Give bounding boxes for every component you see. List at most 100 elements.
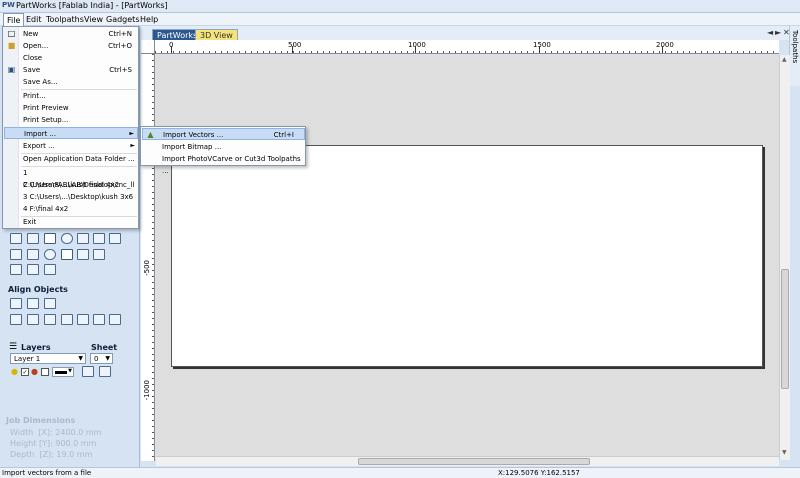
horizontal-scroll-thumb[interactable] — [358, 458, 590, 465]
align-icon[interactable] — [77, 314, 89, 325]
menu-item-label: Import PhotoVCarve or Cut3d Toolpaths ..… — [162, 155, 301, 175]
scroll-down-icon[interactable]: ▼ — [782, 449, 787, 456]
tool-icon[interactable] — [10, 264, 22, 275]
tool-icon[interactable] — [10, 249, 22, 260]
bulb-icon[interactable]: ● — [11, 367, 18, 376]
layers-heading: Layers — [21, 343, 51, 352]
vertical-scroll-thumb[interactable] — [781, 269, 789, 389]
menu-item-label: Import Vectors ... — [163, 131, 224, 139]
menu-item-print[interactable]: Print... — [4, 90, 138, 102]
align-icon[interactable] — [27, 314, 39, 325]
file-menu: □ New Ctrl+N ■ Open... Ctrl+O Close ▣ Sa… — [2, 26, 139, 229]
tool-icon[interactable] — [77, 249, 89, 260]
menu-item-label: Print... — [23, 92, 46, 100]
app-logo: PW — [2, 1, 15, 9]
tab-3d-view[interactable]: 3D View — [195, 29, 238, 40]
align-icon[interactable] — [93, 314, 105, 325]
align-icon[interactable] — [10, 314, 22, 325]
ruler-label: -1000 — [143, 380, 151, 401]
menu-item-import-bitmap[interactable]: Import Bitmap ... — [142, 141, 305, 153]
sheet-dropdown[interactable]: 0 ▼ — [90, 353, 113, 364]
new-file-icon: □ — [7, 29, 16, 38]
title-bar: PW PartWorks [Fablab India] - [PartWorks… — [0, 0, 800, 13]
scroll-up-icon[interactable]: ▲ — [782, 56, 787, 63]
job-height: Height [Y]: 900.0 mm — [10, 439, 97, 448]
menu-item-recent-file[interactable]: 4 F:\final 4x2 — [4, 203, 138, 215]
menu-item-import-vectors[interactable]: ▲ Import Vectors ... Ctrl+I — [142, 128, 305, 140]
menu-item-label: Import ... — [24, 130, 57, 138]
job-width: Width [X]: 2400.0 mm — [10, 428, 102, 437]
align-icon[interactable] — [109, 314, 121, 325]
menu-item-recent-file[interactable]: 2 C:\Users\...\kush final 4x2 — [4, 179, 138, 191]
ruler-label: 1000 — [408, 41, 426, 49]
folder-icon: ■ — [7, 41, 16, 50]
menu-item-exit[interactable]: Exit — [4, 216, 138, 228]
tool-icon[interactable] — [109, 233, 121, 244]
status-bar: Import vectors from a file X:129.5076 Y:… — [0, 467, 800, 478]
align-icon[interactable] — [44, 298, 56, 309]
job-depth: Depth [Z]: 19.0 mm — [10, 450, 93, 459]
menu-item-label: New — [23, 30, 39, 38]
toolpaths-side-tab[interactable]: Toolpaths — [789, 26, 800, 86]
layer-dropdown-value: Layer 1 — [14, 355, 41, 363]
chevron-down-icon: ▼ — [105, 355, 110, 362]
ruler-major-tick — [415, 46, 416, 53]
tool-icon[interactable] — [93, 233, 105, 244]
layer-lock-checkbox[interactable] — [41, 368, 49, 376]
menu-item-export[interactable]: Export ... ► — [4, 140, 138, 152]
ruler-major-tick — [171, 46, 172, 53]
sheet-manager-icon[interactable] — [99, 366, 111, 377]
menu-item-new[interactable]: □ New Ctrl+N — [4, 28, 138, 40]
tab-scroll-left-icon[interactable]: ◄ — [767, 28, 773, 37]
layer-visible-checkbox[interactable]: ✓ — [21, 368, 29, 376]
menu-item-print-preview[interactable]: Print Preview — [4, 102, 138, 114]
tool-icon[interactable] — [10, 233, 22, 244]
align-objects-heading: Align Objects — [8, 285, 68, 294]
layer-color-picker[interactable]: ▼ — [52, 367, 74, 377]
drawing-canvas[interactable] — [156, 55, 779, 460]
menu-item-close[interactable]: Close — [4, 52, 138, 64]
align-icon[interactable] — [10, 298, 22, 309]
menu-item-label: Print Setup... — [23, 116, 69, 124]
job-material-sheet[interactable] — [171, 145, 763, 367]
menu-help[interactable]: Help — [137, 13, 161, 26]
tool-icon[interactable] — [93, 249, 105, 260]
menu-item-print-setup[interactable]: Print Setup... — [4, 114, 138, 126]
tool-icon[interactable] — [27, 249, 39, 260]
chevron-down-icon: ▼ — [68, 368, 72, 374]
menu-item-save[interactable]: ▣ Save Ctrl+S — [4, 64, 138, 76]
menu-item-import[interactable]: Import ... ► — [4, 127, 138, 139]
menu-edit[interactable]: Edit — [23, 13, 45, 26]
menu-item-label: Import Bitmap ... — [162, 143, 222, 151]
menu-item-recent-file[interactable]: 1 C:\Users\FABLAB\Desktop\cnc_ll — [4, 167, 138, 189]
layer-dropdown[interactable]: Layer 1 ▼ — [10, 353, 86, 364]
menu-bar: File Edit Toolpaths View Gadgets Help — [0, 13, 800, 26]
tool-icon[interactable] — [44, 264, 56, 275]
tab-scroll-right-icon[interactable]: ► — [775, 28, 781, 37]
tool-icon[interactable] — [44, 233, 56, 244]
tool-icon[interactable] — [77, 233, 89, 244]
tool-icon[interactable] — [27, 264, 39, 275]
window-title: PartWorks [Fablab India] - [PartWorks] — [16, 1, 168, 10]
tool-icon[interactable] — [61, 249, 73, 260]
layer-manager-icon[interactable] — [82, 366, 94, 377]
align-icon[interactable] — [27, 298, 39, 309]
menu-item-save-as[interactable]: Save As... — [4, 76, 138, 88]
align-icon[interactable] — [44, 314, 56, 325]
menu-item-open-app-data[interactable]: Open Application Data Folder ... — [4, 153, 138, 165]
menu-item-open[interactable]: ■ Open... Ctrl+O — [4, 40, 138, 52]
tool-icon[interactable] — [44, 249, 56, 260]
lock-icon[interactable]: ● — [31, 367, 38, 376]
shortcut-label: Ctrl+S — [109, 66, 132, 74]
menu-item-import-toolpaths[interactable]: Import PhotoVCarve or Cut3d Toolpaths ..… — [142, 153, 305, 175]
sheet-heading: Sheet — [91, 343, 118, 352]
align-icon[interactable] — [61, 314, 73, 325]
horizontal-scrollbar[interactable] — [156, 456, 779, 466]
vertical-scrollbar[interactable]: ▲ ▼ — [779, 55, 790, 460]
menu-file[interactable]: File — [3, 13, 25, 26]
menu-item-label: Print Preview — [23, 104, 69, 112]
tool-icon[interactable] — [27, 233, 39, 244]
menu-item-recent-file[interactable]: 3 C:\Users\...\Desktop\kush 3x6 — [4, 191, 138, 203]
tool-icon[interactable] — [61, 233, 73, 244]
chevron-down-icon: ▼ — [78, 355, 83, 362]
